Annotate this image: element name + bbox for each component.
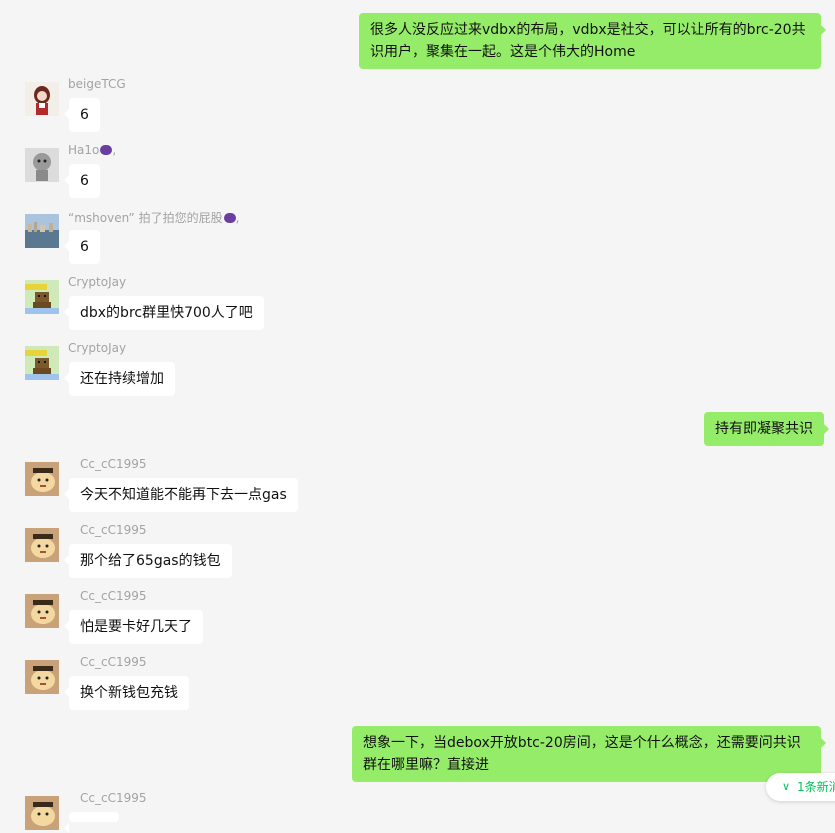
sender-name: Cc_cC1995: [80, 523, 147, 537]
grey-dog-avatar[interactable]: [25, 148, 59, 182]
cartoon-dog-avatar[interactable]: [25, 594, 59, 628]
message-bubble-outgoing[interactable]: 持有即凝聚共识: [704, 412, 829, 446]
cartoon-dog-avatar[interactable]: [25, 462, 59, 496]
city-photo-avatar[interactable]: [25, 214, 59, 248]
sender-suffix: ,: [112, 143, 117, 157]
sender-name: Cc_cC1995: [80, 655, 147, 669]
sender-name: CryptoJay: [68, 275, 127, 289]
message-bubble-incoming[interactable]: dbx的brc群里快700人了吧: [64, 296, 264, 330]
chat-message-list[interactable]: 很多人没反应过来vdbx的布局，vdbx是社交，可以让所有的brc-20共识用户…: [0, 0, 835, 833]
sender-name: Ha1o,: [68, 143, 116, 157]
sender-name: CryptoJay: [68, 341, 127, 355]
chevron-down-icon: ∨: [782, 780, 791, 793]
sender-name: Cc_cC1995: [80, 589, 147, 603]
pat-notice-text: “mshoven” 拍了拍您的屁股: [68, 211, 223, 225]
message-bubble-incoming[interactable]: 怕是要卡好几天了: [64, 610, 203, 644]
cartoon-dog-avatar[interactable]: [25, 660, 59, 694]
message-bubble-incoming[interactable]: 今天不知道能不能再下去一点gas: [64, 478, 298, 512]
cartoon-dog-avatar[interactable]: [25, 528, 59, 562]
message-bubble-incoming[interactable]: 6: [64, 230, 100, 264]
message-bubble-incoming[interactable]: 6: [64, 98, 100, 132]
sender-name: Cc_cC1995: [80, 791, 147, 805]
cartoon-dog-avatar[interactable]: [25, 796, 59, 830]
message-bubble-outgoing[interactable]: 想象一下，当debox开放btc-20房间，这是个什么概念，还需要问共识群在哪里…: [352, 726, 826, 782]
sender-name-text: Ha1o: [68, 143, 100, 157]
sender-name: beigeTCG: [68, 77, 126, 91]
sender-suffix: ,: [235, 211, 240, 225]
message-bubble-incoming[interactable]: 6: [64, 164, 100, 198]
message-bubble-incoming[interactable]: 那个给了65gas的钱包: [64, 544, 232, 578]
message-bubble-incoming[interactable]: 还在持续增加: [64, 362, 175, 396]
anime-avatar[interactable]: [25, 82, 59, 116]
bow-emoji-icon: [223, 213, 236, 223]
new-message-button[interactable]: ∨ 1条新消息: [766, 773, 835, 801]
sender-name: Cc_cC1995: [80, 457, 147, 471]
message-bubble-incoming[interactable]: 换个新钱包充钱: [64, 676, 189, 710]
new-message-label: 1条新消息: [797, 780, 835, 794]
message-bubble-outgoing[interactable]: 很多人没反应过来vdbx的布局，vdbx是社交，可以让所有的brc-20共识用户…: [359, 13, 826, 69]
sender-name: “mshoven” 拍了拍您的屁股,: [68, 209, 239, 226]
pixel-bear-avatar[interactable]: [25, 280, 59, 314]
bow-emoji-icon: [100, 145, 113, 155]
pixel-bear-avatar[interactable]: [25, 346, 59, 380]
